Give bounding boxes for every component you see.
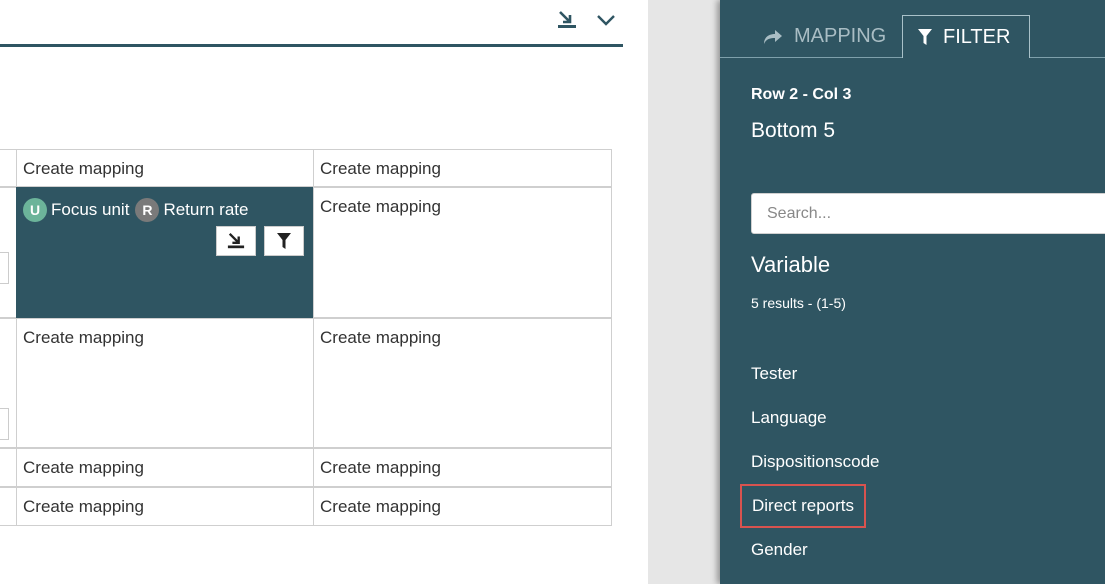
grid-cell-r3-c2[interactable]: Create mapping — [16, 318, 314, 448]
variable-item-direct-reports[interactable]: Direct reports — [740, 484, 867, 528]
rate-badge: R — [135, 198, 160, 222]
filter-icon — [277, 233, 291, 249]
arrow-right-icon — [762, 28, 784, 46]
grid-cell-r5-c2[interactable]: Create mapping — [16, 487, 314, 526]
search-input[interactable] — [751, 193, 1105, 234]
create-mapping-link[interactable]: Create mapping — [23, 159, 144, 178]
grid-cell-selected[interactable]: U Focus unit R Return rate — [16, 187, 314, 318]
tab-filter[interactable]: FILTER — [902, 15, 1030, 58]
tab-filter-label: FILTER — [943, 25, 1011, 48]
filter-subtitle: Bottom 5 — [751, 119, 836, 142]
section-title: Variable — [751, 252, 831, 277]
cell-reference: Row 2 - Col 3 — [751, 86, 852, 103]
return-rate-label: Return rate — [163, 200, 249, 219]
row-input[interactable] — [0, 408, 9, 440]
filter-button[interactable] — [264, 226, 304, 256]
create-mapping-link[interactable]: Create mapping — [320, 497, 441, 516]
variable-item-tester[interactable]: Tester — [751, 364, 797, 384]
variable-item-dispositionscode[interactable]: Dispositionscode — [751, 452, 880, 472]
grid-cell-r4-c1[interactable] — [0, 448, 17, 487]
create-mapping-link[interactable]: Create mapping — [320, 197, 441, 216]
create-mapping-link[interactable]: Create mapping — [320, 458, 441, 477]
grid-cell-r4-c3[interactable]: Create mapping — [313, 448, 612, 487]
create-mapping-link[interactable]: Create mapping — [320, 328, 441, 347]
chevron-down-icon[interactable] — [594, 8, 618, 32]
create-mapping-link[interactable]: Create mapping — [23, 497, 144, 516]
grid-cell-r2-c3[interactable]: Create mapping — [313, 187, 612, 318]
import-icon — [227, 232, 245, 249]
import-icon[interactable] — [555, 8, 579, 32]
grid-cell-r1-c1[interactable] — [0, 149, 17, 187]
grid-cell-r1-c3[interactable]: Create mapping — [313, 149, 612, 187]
grid-cell-r4-c2[interactable]: Create mapping — [16, 448, 314, 487]
tab-mapping[interactable]: MAPPING — [762, 15, 886, 58]
filter-icon — [917, 28, 933, 46]
focus-unit-label: Focus unit — [51, 200, 130, 219]
row-input[interactable] — [0, 252, 9, 284]
create-mapping-link[interactable]: Create mapping — [23, 458, 144, 477]
variable-item-gender[interactable]: Gender — [751, 540, 808, 560]
tab-mapping-label: MAPPING — [794, 25, 887, 47]
panel-gutter — [648, 0, 720, 584]
grid-cell-r5-c3[interactable]: Create mapping — [313, 487, 612, 526]
create-mapping-link[interactable]: Create mapping — [320, 159, 441, 178]
import-button[interactable] — [216, 226, 256, 256]
grid-cell-r1-c2[interactable]: Create mapping — [16, 149, 314, 187]
results-count: 5 results - (1-5) — [751, 295, 846, 311]
variable-item-language[interactable]: Language — [751, 408, 827, 428]
filter-panel: MAPPING FILTER Row 2 - Col 3 Bottom 5 Va… — [720, 0, 1105, 584]
grid-toolbar — [0, 0, 623, 47]
grid-cell-r5-c1[interactable] — [0, 487, 17, 526]
unit-badge: U — [23, 198, 47, 222]
create-mapping-link[interactable]: Create mapping — [23, 328, 144, 347]
grid-cell-r3-c3[interactable]: Create mapping — [313, 318, 612, 448]
